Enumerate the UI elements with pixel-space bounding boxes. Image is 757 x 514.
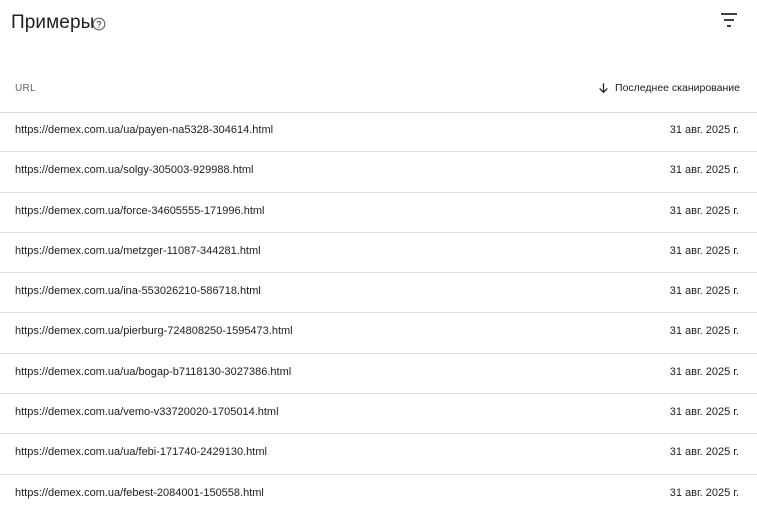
table-row[interactable]: https://demex.com.ua/vemo-v33720020-1705…	[0, 394, 757, 435]
row-date: 31 авг. 2025 г.	[669, 124, 739, 136]
row-url[interactable]: https://demex.com.ua/vemo-v33720020-1705…	[15, 406, 279, 418]
row-date: 31 авг. 2025 г.	[669, 164, 739, 177]
table-header: URL Последнее сканирование	[0, 72, 757, 113]
row-url[interactable]: https://demex.com.ua/force-34605555-1719…	[15, 205, 264, 217]
table-row[interactable]: https://demex.com.ua/ua/payen-na5328-304…	[0, 112, 757, 153]
row-url[interactable]: https://demex.com.ua/pierburg-724808250-…	[15, 325, 293, 337]
table-row[interactable]: https://demex.com.ua/febest-2084001-1505…	[0, 475, 757, 514]
row-date: 31 авг. 2025 г.	[669, 446, 739, 459]
row-url[interactable]: https://demex.com.ua/ina-553026210-58671…	[15, 285, 261, 297]
row-date: 31 авг. 2025 г.	[669, 244, 739, 257]
row-url[interactable]: https://demex.com.ua/ua/febi-171740-2429…	[15, 446, 267, 458]
table-row[interactable]: https://demex.com.ua/ina-553026210-58671…	[0, 273, 757, 314]
table-row[interactable]: https://demex.com.ua/ua/febi-171740-2429…	[0, 434, 757, 475]
page-title: Примеры	[11, 12, 95, 33]
row-url[interactable]: https://demex.com.ua/metzger-11087-34428…	[15, 245, 261, 257]
column-header-last-crawl-label: Последнее сканирование	[615, 82, 740, 94]
row-url[interactable]: https://demex.com.ua/febest-2084001-1505…	[15, 487, 264, 499]
row-url[interactable]: https://demex.com.ua/ua/bogap-b7118130-3…	[15, 366, 291, 378]
table-row[interactable]: https://demex.com.ua/metzger-11087-34428…	[0, 233, 757, 274]
arrow-down-icon	[599, 82, 608, 93]
row-date: 31 авг. 2025 г.	[669, 204, 739, 217]
row-date: 31 авг. 2025 г.	[669, 285, 739, 298]
table-row[interactable]: https://demex.com.ua/ua/bogap-b7118130-3…	[0, 354, 757, 395]
help-circle-icon[interactable]	[92, 17, 106, 31]
row-date: 31 авг. 2025 г.	[669, 486, 739, 499]
page-header: Примеры	[0, 0, 757, 50]
table-row[interactable]: https://demex.com.ua/force-34605555-1719…	[0, 193, 757, 233]
row-url[interactable]: https://demex.com.ua/solgy-305003-929988…	[15, 164, 253, 176]
table-row[interactable]: https://demex.com.ua/solgy-305003-929988…	[0, 152, 757, 193]
filter-list-icon[interactable]	[716, 9, 742, 31]
column-header-url[interactable]: URL	[15, 83, 36, 94]
column-header-last-crawl[interactable]: Последнее сканирование	[598, 80, 740, 96]
row-date: 31 авг. 2025 г.	[669, 406, 739, 419]
row-date: 31 авг. 2025 г.	[669, 325, 739, 338]
table-body: https://demex.com.ua/ua/payen-na5328-304…	[0, 112, 757, 514]
table-row[interactable]: https://demex.com.ua/pierburg-724808250-…	[0, 313, 757, 354]
row-url[interactable]: https://demex.com.ua/ua/payen-na5328-304…	[15, 124, 273, 136]
row-date: 31 авг. 2025 г.	[669, 365, 739, 378]
